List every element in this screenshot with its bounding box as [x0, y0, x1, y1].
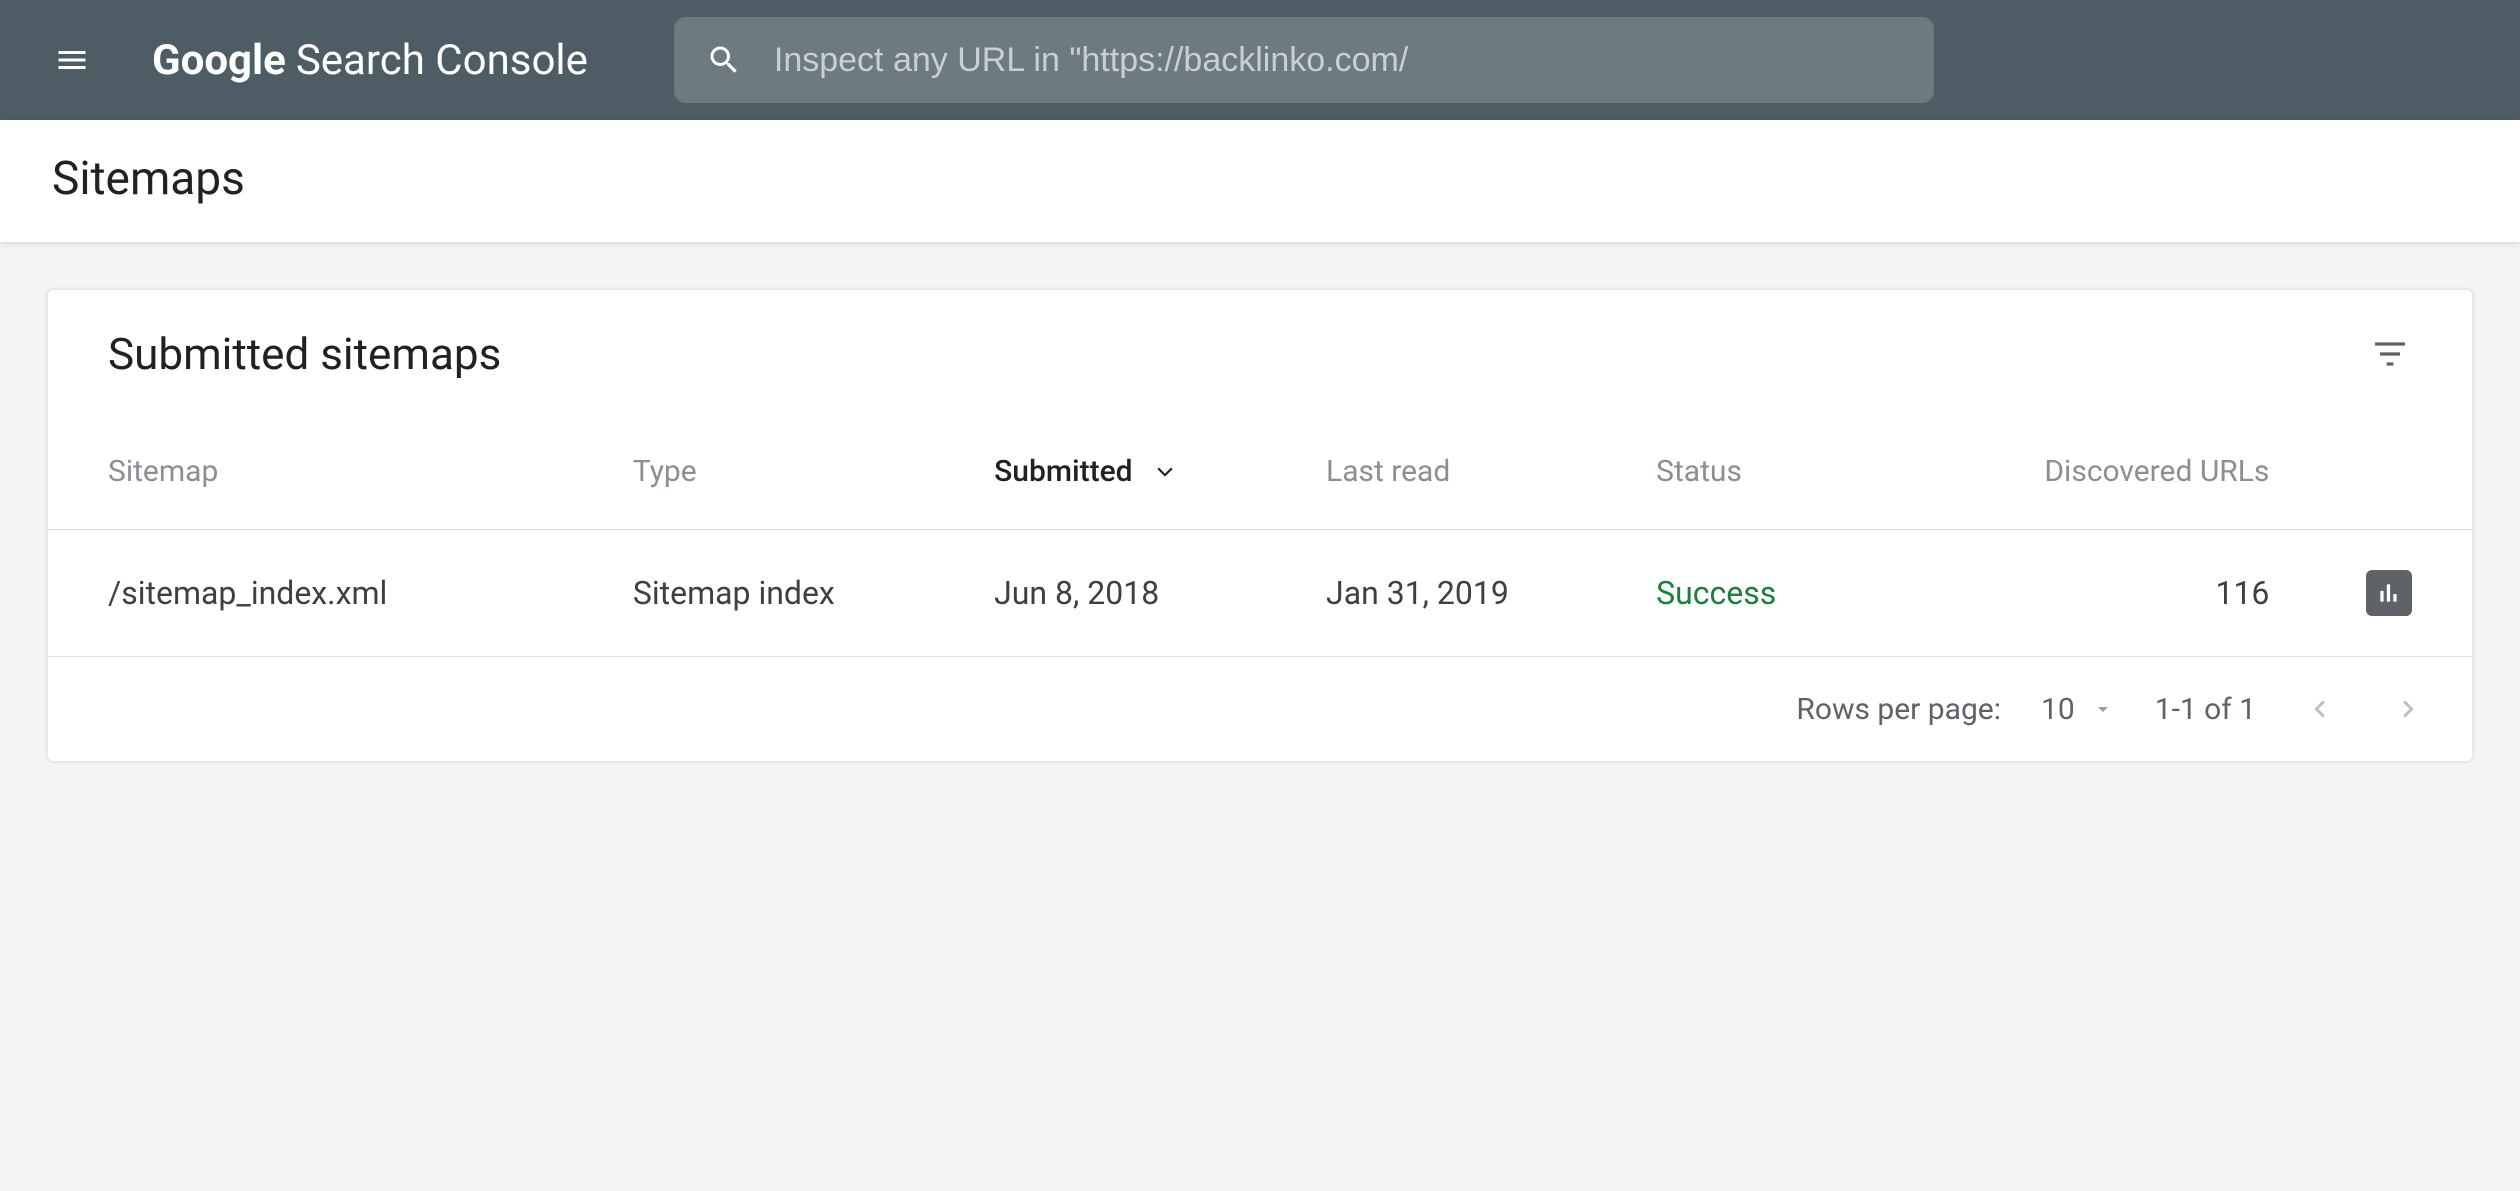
- cell-submitted: Jun 8, 2018: [994, 530, 1326, 657]
- sitemaps-table: Sitemap Type Submitted Last read Status …: [48, 414, 2472, 657]
- prev-page-button[interactable]: [2296, 685, 2344, 733]
- hamburger-icon: [54, 42, 90, 78]
- url-inspect-input[interactable]: [774, 41, 1902, 80]
- filter-icon: [2370, 334, 2410, 374]
- filter-button[interactable]: [2368, 332, 2412, 376]
- col-type[interactable]: Type: [633, 414, 994, 530]
- dropdown-icon: [2091, 697, 2115, 721]
- url-inspect-search[interactable]: [674, 17, 1934, 103]
- table-header-row: Sitemap Type Submitted Last read Status …: [48, 414, 2472, 530]
- cell-last-read: Jan 31, 2019: [1326, 530, 1656, 657]
- next-page-button[interactable]: [2384, 685, 2432, 733]
- content-area: Submitted sitemaps Sitemap Type Submitte…: [0, 242, 2520, 809]
- col-actions: [2299, 414, 2472, 530]
- col-sitemap[interactable]: Sitemap: [48, 414, 633, 530]
- app-header: Google Search Console: [0, 0, 2520, 120]
- cell-type: Sitemap index: [633, 530, 994, 657]
- sort-desc-icon: [1152, 454, 1178, 489]
- bar-chart-icon: [2376, 580, 2402, 606]
- cell-actions: [2299, 530, 2472, 657]
- rows-per-page-select[interactable]: 10: [2041, 692, 2115, 727]
- cell-status: Success: [1656, 530, 1884, 657]
- chevron-right-icon: [2391, 692, 2425, 726]
- search-icon: [706, 42, 742, 78]
- page-title: Sitemaps: [52, 152, 2468, 206]
- logo-product: Search Console: [296, 36, 588, 85]
- pagination-range: 1-1 of 1: [2155, 692, 2256, 727]
- submitted-sitemaps-card: Submitted sitemaps Sitemap Type Submitte…: [48, 290, 2472, 761]
- page-title-bar: Sitemaps: [0, 120, 2520, 242]
- col-last-read[interactable]: Last read: [1326, 414, 1656, 530]
- col-discovered[interactable]: Discovered URLs: [1884, 414, 2299, 530]
- cell-discovered: 116: [1884, 530, 2299, 657]
- chevron-left-icon: [2303, 692, 2337, 726]
- rows-per-page-label: Rows per page:: [1796, 692, 2001, 727]
- table-row[interactable]: /sitemap_index.xml Sitemap index Jun 8, …: [48, 530, 2472, 657]
- card-title: Submitted sitemaps: [108, 328, 501, 380]
- view-chart-button[interactable]: [2366, 570, 2412, 616]
- col-status[interactable]: Status: [1656, 414, 1884, 530]
- table-footer: Rows per page: 10 1-1 of 1: [48, 657, 2472, 761]
- cell-sitemap: /sitemap_index.xml: [48, 530, 633, 657]
- col-submitted[interactable]: Submitted: [994, 414, 1326, 530]
- rows-per-page-value: 10: [2041, 692, 2075, 727]
- menu-button[interactable]: [48, 36, 96, 84]
- app-logo: Google Search Console: [152, 36, 588, 85]
- logo-brand: Google: [152, 36, 286, 85]
- card-header: Submitted sitemaps: [48, 290, 2472, 414]
